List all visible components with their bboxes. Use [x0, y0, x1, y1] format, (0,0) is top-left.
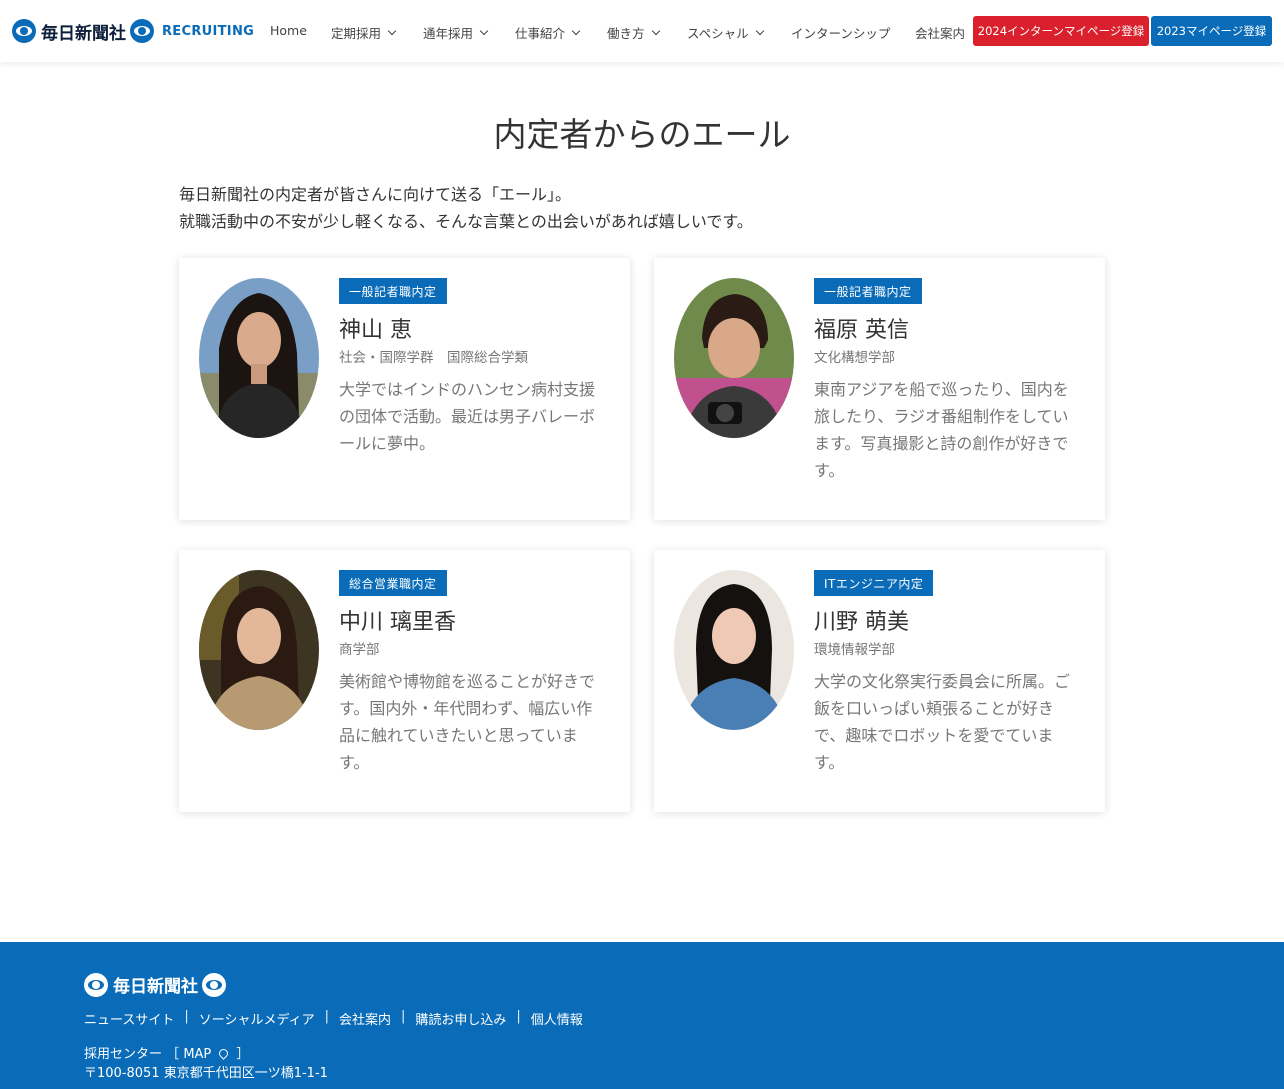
nav-jobs[interactable]: 仕事紹介	[515, 23, 581, 42]
intro-line: 就職活動中の不安が少し軽くなる、そんな言葉との出会いがあれば嬉しいです。	[179, 212, 753, 231]
link-separator: |	[324, 1009, 329, 1024]
footer-brand-name: 毎日新聞社	[113, 977, 198, 997]
nav-label: 通年採用	[423, 26, 474, 41]
link-separator: |	[184, 1009, 189, 1024]
nav-label: Home	[270, 23, 307, 38]
mypage-2023-register-button[interactable]: 2023マイページ登録	[1151, 16, 1272, 46]
candidate-department: 商学部	[339, 642, 380, 658]
map-label: MAP	[183, 1047, 212, 1062]
nav-internship[interactable]: インターンシップ	[791, 23, 890, 42]
nav-special[interactable]: スペシャル	[687, 23, 764, 42]
site-logo[interactable]: 毎日新聞社 RECRUITING	[12, 17, 254, 45]
footer-link-privacy[interactable]: 個人情報	[531, 1009, 583, 1028]
job-type-badge: 総合営業職内定	[339, 570, 447, 596]
candidate-photo	[674, 570, 794, 730]
candidate-photo	[674, 278, 794, 438]
candidate-photo	[199, 570, 319, 730]
link-separator: |	[516, 1009, 521, 1024]
nav-label: インターンシップ	[791, 26, 891, 41]
job-type-badge: 一般記者職内定	[339, 278, 447, 304]
nav-label: スペシャル	[687, 26, 749, 41]
nav-label: 会社案内	[915, 26, 966, 41]
chevron-down-icon	[755, 26, 764, 35]
candidate-photo	[199, 278, 319, 438]
recruit-center-label: 採用センター	[84, 1047, 163, 1062]
site-header: 毎日新聞社 RECRUITING Home 定期採用 通年採用 仕事紹介 働き方…	[0, 0, 1284, 62]
postal-address: 〒100-8051 東京都千代田区一ツ橋1-1-1	[84, 1066, 328, 1081]
chevron-down-icon	[571, 26, 581, 35]
candidate-card: 総合営業職内定 中川 璃里香 商学部 美術館や博物館を巡ることが好きです。国内外…	[179, 550, 630, 812]
candidate-department: 社会・国際学群 国際総合学類	[339, 350, 528, 366]
map-link[interactable]: MAP	[183, 1047, 232, 1062]
candidate-message: 美術館や博物館を巡ることが好きです。国内外・年代問わず、幅広い作品に触れていきた…	[339, 672, 596, 772]
eye-logo-icon	[12, 19, 36, 43]
link-separator: |	[401, 1009, 406, 1024]
candidate-department: 環境情報学部	[814, 642, 895, 658]
intro-line: 毎日新聞社の内定者が皆さんに向けて送る「エール」。	[179, 185, 572, 204]
candidate-name: 中川 璃里香	[339, 610, 456, 635]
eye-logo-icon	[202, 972, 226, 997]
recruit-center-line: 採用センター ［ MAP ］	[84, 1045, 328, 1064]
eye-logo-icon	[84, 972, 108, 997]
footer-address: 採用センター ［ MAP ］ 〒100-8051 東京都千代田区一ツ橋1-1-1	[84, 1045, 328, 1083]
nav-label: 働き方	[607, 26, 645, 41]
candidate-name: 福原 英信	[814, 318, 909, 343]
nav-regular-recruit[interactable]: 定期採用	[331, 23, 397, 42]
chevron-down-icon	[651, 26, 660, 35]
intern-2024-register-button[interactable]: 2024インターンマイページ登録	[973, 16, 1149, 46]
footer-link-news[interactable]: ニュースサイト	[84, 1009, 174, 1028]
footer-link-social[interactable]: ソーシャルメディア	[199, 1009, 315, 1028]
footer-link-subscribe[interactable]: 購読お申し込み	[415, 1009, 506, 1028]
nav-home[interactable]: Home	[270, 23, 307, 38]
nav-label: 定期採用	[331, 26, 382, 41]
intro-text: 毎日新聞社の内定者が皆さんに向けて送る「エール」。 就職活動中の不安が少し軽くな…	[179, 181, 753, 235]
footer-logo[interactable]: 毎日新聞社	[84, 972, 226, 997]
bracket: ］	[236, 1047, 250, 1062]
candidate-message: 東南アジアを船で巡ったり、国内を旅したり、ラジオ番組制作をしています。写真撮影と…	[814, 380, 1069, 480]
job-type-badge: ITエンジニア内定	[814, 570, 934, 596]
bracket: ［	[166, 1047, 180, 1062]
candidate-card: ITエンジニア内定 川野 萌美 環境情報学部 大学の文化祭実行委員会に所属。ご飯…	[654, 550, 1105, 812]
nav-work-style[interactable]: 働き方	[607, 23, 660, 42]
nav-label: 仕事紹介	[515, 26, 566, 41]
brand-name: 毎日新聞社	[41, 23, 126, 44]
nav-year-round-recruit[interactable]: 通年採用	[423, 23, 489, 42]
candidate-name: 川野 萌美	[814, 610, 909, 635]
brand-recruiting: RECRUITING	[162, 23, 255, 39]
site-footer: 毎日新聞社 ニュースサイト | ソーシャルメディア | 会社案内 | 購読お申し…	[0, 942, 1284, 1089]
chevron-down-icon	[479, 26, 489, 35]
eye-logo-icon	[130, 19, 154, 43]
candidate-message: 大学ではインドのハンセン病村支援の団体で活動。最近は男子バレーボールに夢中。	[339, 380, 596, 453]
candidate-card: 一般記者職内定 神山 恵 社会・国際学群 国際総合学類 大学ではインドのハンセン…	[179, 258, 630, 520]
candidate-name: 神山 恵	[339, 318, 412, 343]
nav-company[interactable]: 会社案内	[915, 23, 965, 42]
candidate-department: 文化構想学部	[814, 350, 895, 366]
footer-links: ニュースサイト | ソーシャルメディア | 会社案内 | 購読お申し込み | 個…	[84, 1009, 583, 1028]
candidate-message: 大学の文化祭実行委員会に所属。ご飯を口いっぱい頬張ることが好きで、趣味でロボット…	[814, 672, 1071, 772]
page-title: 内定者からのエール	[493, 115, 791, 154]
candidate-card: 一般記者職内定 福原 英信 文化構想学部 東南アジアを船で巡ったり、国内を旅した…	[654, 258, 1105, 520]
job-type-badge: 一般記者職内定	[814, 278, 922, 304]
map-pin-icon	[217, 1047, 231, 1060]
footer-link-company[interactable]: 会社案内	[339, 1009, 391, 1028]
chevron-down-icon	[387, 26, 397, 35]
